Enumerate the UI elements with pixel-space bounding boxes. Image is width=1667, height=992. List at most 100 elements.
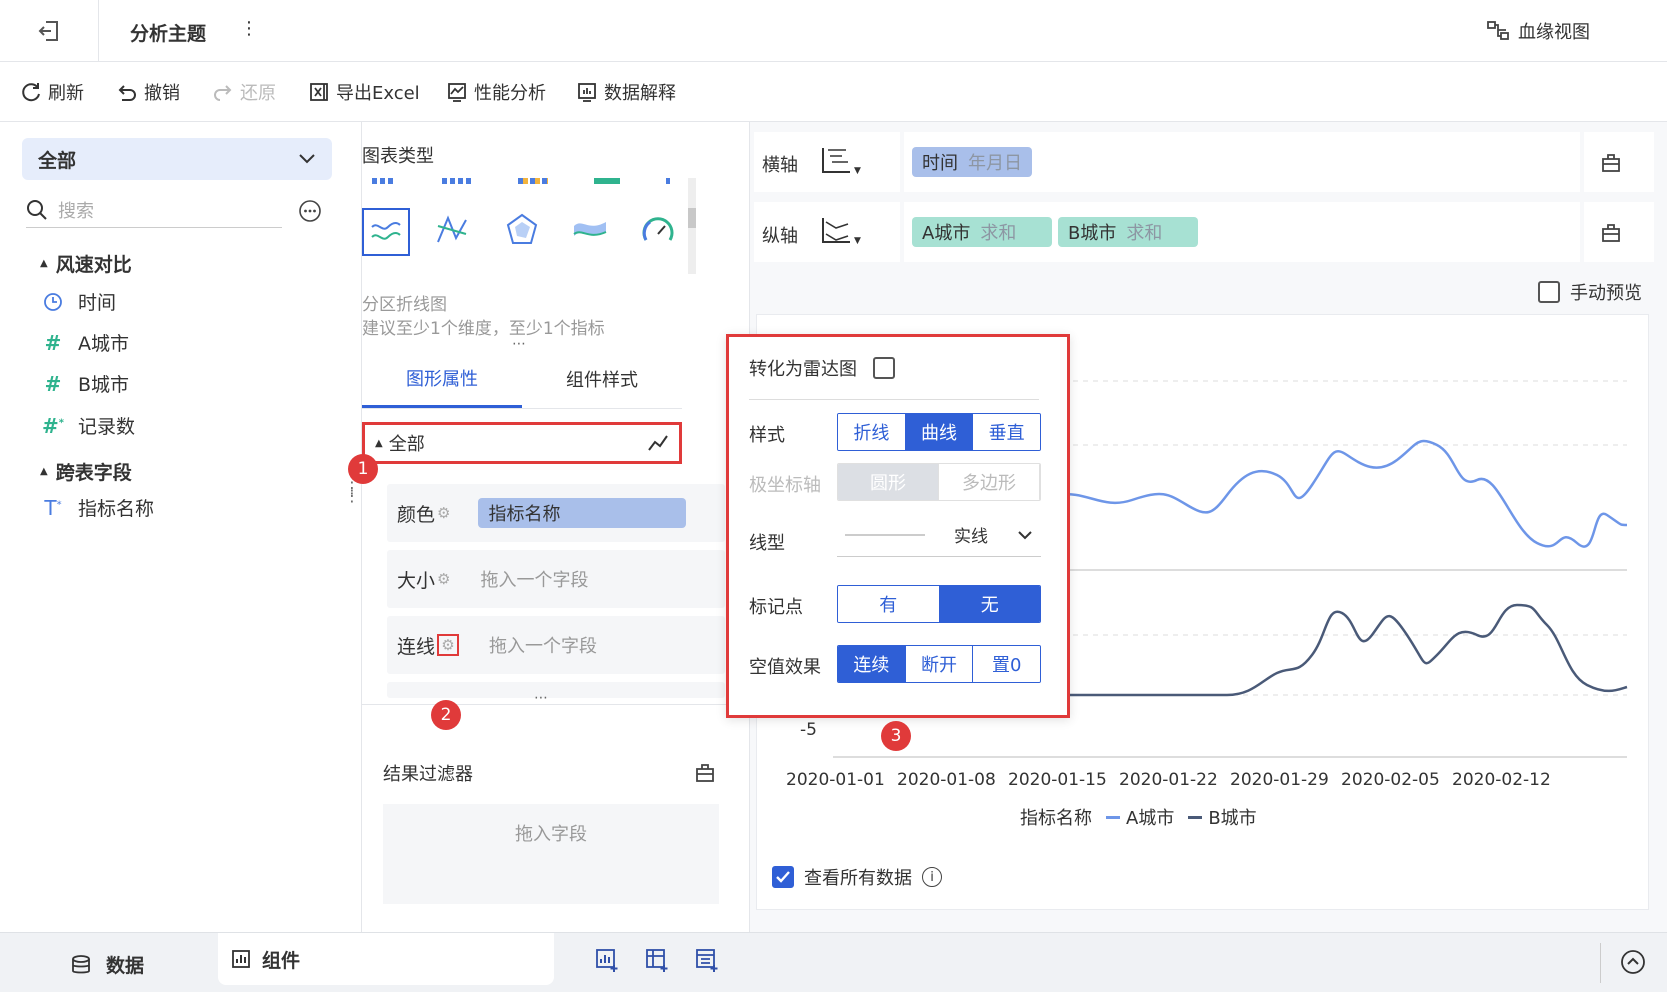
attr-row-color[interactable]: 颜色 ⚙ 指标名称 xyxy=(387,484,725,542)
marker-option-yes[interactable]: 有 xyxy=(838,586,940,622)
tab-component-style[interactable]: 组件样式 xyxy=(522,350,682,408)
attr-row-size[interactable]: 大小 ⚙ 拖入一个字段 xyxy=(387,550,725,608)
tab-label: 图形属性 xyxy=(406,368,478,390)
field-item-record-count[interactable]: #* 记录数 xyxy=(42,412,135,439)
chart-type-thumb[interactable] xyxy=(442,178,472,184)
bottom-divider xyxy=(1600,943,1601,983)
style-label: 样式 xyxy=(749,425,785,446)
style-option-vertical[interactable]: 垂直 xyxy=(973,414,1040,450)
all-series-row[interactable]: ▲ 全部 xyxy=(362,422,682,464)
search-input[interactable]: 搜索 xyxy=(58,197,94,223)
view-all-checkbox[interactable] xyxy=(772,866,794,888)
chart-type-thumb[interactable] xyxy=(518,178,548,184)
add-cross-table-icon[interactable] xyxy=(644,947,670,978)
field-item-b-city[interactable]: # B城市 xyxy=(42,370,129,397)
perf-analysis-button[interactable]: 性能分析 xyxy=(446,78,546,106)
more-options-icon[interactable] xyxy=(298,199,322,228)
style-option-curve[interactable]: 曲线 xyxy=(905,414,974,450)
size-drop-placeholder[interactable]: 拖入一个字段 xyxy=(480,566,588,592)
tab-data[interactable]: 数据 xyxy=(70,951,144,978)
text-star-icon: T* xyxy=(44,495,62,520)
table-dropdown[interactable]: 全部 xyxy=(22,138,332,180)
settings-icon[interactable]: ⚙ xyxy=(437,634,459,656)
add-chart-component-icon[interactable] xyxy=(594,947,620,978)
connect-drop-placeholder[interactable]: 拖入一个字段 xyxy=(489,632,597,658)
chart-type-option[interactable] xyxy=(434,212,470,253)
x-tick-label: 2020-01-01 xyxy=(786,770,885,790)
settings-icon[interactable]: ⚙ xyxy=(437,570,450,588)
null-option-zero[interactable]: 置0 xyxy=(973,646,1040,682)
manual-preview-toggle[interactable]: 手动预览 xyxy=(1538,279,1642,305)
y-shelf-settings-icon[interactable] xyxy=(1600,222,1622,249)
chart-type-row-top xyxy=(372,178,692,186)
redo-button[interactable]: 还原 xyxy=(212,78,276,106)
tab-component[interactable]: 组件 xyxy=(218,933,554,985)
step-badge-1: 1 xyxy=(348,454,378,484)
search-field[interactable]: 搜索 xyxy=(26,192,282,228)
undo-button[interactable]: 撤销 xyxy=(116,78,180,106)
series-line-a xyxy=(1056,439,1628,548)
refresh-button[interactable]: 刷新 xyxy=(20,78,84,106)
chart-type-thumb[interactable] xyxy=(372,178,396,184)
collapse-up-icon[interactable] xyxy=(1620,949,1646,980)
chart-type-scrollbar[interactable] xyxy=(688,178,696,274)
chart-type-option[interactable] xyxy=(640,212,676,253)
lineage-view-button[interactable]: 血缘视图 xyxy=(1486,18,1590,44)
group-title-cross-table[interactable]: ▲ 跨表字段 xyxy=(40,458,132,485)
redo-icon xyxy=(214,85,232,101)
resize-handle[interactable]: ⋮ ⋮ xyxy=(344,480,360,504)
chart-legend: 指标名称 A城市 B城市 xyxy=(1020,804,1257,830)
x-field-pill[interactable]: 时间 年月日 xyxy=(912,147,1032,177)
result-filter-dropzone[interactable]: 拖入字段 xyxy=(383,804,719,904)
scroll-thumb[interactable] xyxy=(688,208,696,228)
filter-settings-icon[interactable] xyxy=(694,762,716,789)
field-item-time[interactable]: 时间 xyxy=(42,288,116,315)
refresh-icon xyxy=(22,83,40,102)
info-icon[interactable]: i xyxy=(922,867,942,887)
x-shelf-settings-icon[interactable] xyxy=(1600,152,1622,179)
style-option-polyline[interactable]: 折线 xyxy=(838,414,906,450)
hash-star-icon: #* xyxy=(42,413,64,438)
attr-row-connect-line[interactable]: 连线 ⚙ 拖入一个字段 xyxy=(387,616,725,674)
legend-item-b[interactable]: B城市 xyxy=(1188,804,1257,830)
legend-item-a[interactable]: A城市 xyxy=(1106,804,1174,830)
back-icon[interactable] xyxy=(36,18,64,44)
y-axis-type-button[interactable]: ▼ xyxy=(820,214,861,246)
pill-sub: 求和 xyxy=(980,223,1017,244)
expand-triangle-icon: ▲ xyxy=(375,437,383,449)
field-item-metric-name[interactable]: T* 指标名称 xyxy=(42,494,154,521)
search-icon xyxy=(27,199,47,220)
chart-type-option[interactable] xyxy=(572,212,608,253)
y-field-pill-a[interactable]: A城市 求和 xyxy=(912,217,1052,247)
line-type-select[interactable]: 实线 xyxy=(837,513,1041,557)
marker-option-no[interactable]: 无 xyxy=(939,586,1040,622)
x-shelf-divider-right xyxy=(1580,132,1584,192)
chart-type-option[interactable] xyxy=(504,212,540,253)
field-item-a-city[interactable]: # A城市 xyxy=(42,329,129,356)
null-option-continuous[interactable]: 连续 xyxy=(838,646,906,682)
chart-type-area-line-option[interactable] xyxy=(362,208,410,256)
manual-preview-checkbox[interactable] xyxy=(1538,281,1560,303)
polar-option-polygon[interactable]: 多边形 xyxy=(939,464,1040,500)
tab-shape-attrs[interactable]: 图形属性 xyxy=(362,350,522,408)
style-segmented: 折线 曲线 垂直 xyxy=(837,413,1041,451)
data-explain-button[interactable]: 数据解释 xyxy=(576,78,676,106)
x-axis-type-button[interactable]: ▼ xyxy=(820,144,861,176)
export-excel-button[interactable]: 导出Excel xyxy=(308,78,420,106)
legend-label: A城市 xyxy=(1126,808,1175,829)
radar-checkbox[interactable] xyxy=(873,357,895,379)
polar-option-circle[interactable]: 圆形 xyxy=(838,464,939,500)
group-title-wind[interactable]: ▲ 风速对比 xyxy=(40,250,132,277)
chart-type-thumb[interactable] xyxy=(594,178,620,184)
radar-toggle[interactable]: 转化为雷达图 xyxy=(749,355,895,381)
color-field-pill[interactable]: 指标名称 xyxy=(478,498,687,528)
y-field-pill-b[interactable]: B城市 求和 xyxy=(1058,217,1198,247)
expand-triangle-icon: ▲ xyxy=(40,466,48,477)
more-icon[interactable]: ⋮ xyxy=(240,18,258,39)
add-detail-table-icon[interactable] xyxy=(694,947,720,978)
settings-icon[interactable]: ⚙ xyxy=(437,504,450,522)
radar-label: 转化为雷达图 xyxy=(749,359,857,380)
null-option-break[interactable]: 断开 xyxy=(905,646,974,682)
group-title-label: 跨表字段 xyxy=(55,462,132,484)
view-all-data-toggle[interactable]: 查看所有数据 i xyxy=(772,864,942,890)
